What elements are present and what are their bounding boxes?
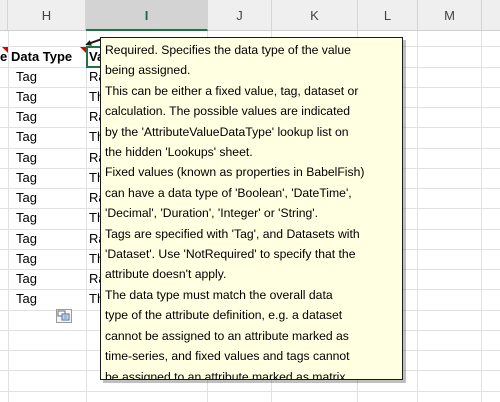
comment-indicator-icon xyxy=(2,47,8,53)
comment-line: 'Decimal', 'Duration', 'Integer' or 'Str… xyxy=(105,206,319,221)
data-type-cell[interactable]: Tag xyxy=(16,208,84,228)
column-header-h[interactable]: H xyxy=(8,0,86,31)
data-type-cell[interactable]: Tag xyxy=(16,249,84,269)
paste-options-button[interactable] xyxy=(56,309,72,323)
data-type-cell[interactable]: Tag xyxy=(16,87,84,107)
comment-line: cannot be assigned to an attribute marke… xyxy=(105,328,349,343)
value-cell[interactable]: Th xyxy=(89,249,100,269)
comment-line: Fixed values (known as properties in Bab… xyxy=(105,165,365,180)
column-header-k[interactable]: K xyxy=(272,0,358,31)
data-type-cell[interactable]: Tag xyxy=(16,148,84,168)
comment-line: Required. Specifies the data type of the… xyxy=(105,43,351,57)
data-type-cell[interactable]: Tag xyxy=(16,168,84,188)
value-cell[interactable]: Th xyxy=(89,208,100,228)
value-cell[interactable]: Th xyxy=(89,168,100,188)
value-cell[interactable]: Ra xyxy=(89,107,100,127)
comment-line: can have a data type of 'Boolean', 'Date… xyxy=(105,185,352,200)
value-cell[interactable]: Th xyxy=(89,289,100,309)
comment-line: type of the attribute definition, e.g. a… xyxy=(105,308,343,323)
value-cell[interactable]: Ra xyxy=(89,67,100,87)
gridline xyxy=(0,391,500,392)
comment-line: attribute doesn't apply. xyxy=(105,267,227,282)
comment-line: The data type must match the overall dat… xyxy=(105,287,333,302)
data-type-cell[interactable]: Tag xyxy=(16,289,84,309)
comment-line: the hidden 'Lookups' sheet. xyxy=(105,145,253,160)
data-type-cell[interactable]: Tag xyxy=(16,127,84,147)
column-header-l[interactable]: L xyxy=(358,0,418,31)
column-header-right-partial[interactable] xyxy=(482,0,500,31)
column-header-j[interactable]: J xyxy=(208,0,272,31)
comment-line: being assigned. xyxy=(105,63,191,78)
comment-line: calculation. The possible values are ind… xyxy=(105,104,351,119)
value-cell[interactable]: Ra xyxy=(89,229,100,249)
value-cell[interactable]: Ra xyxy=(89,148,100,168)
comment-line: by the 'AttributeValueDataType' lookup l… xyxy=(105,124,349,139)
value-cell[interactable]: Ra xyxy=(89,269,100,289)
cell-comment-box[interactable]: Required. Specifies the data type of the… xyxy=(100,37,403,380)
value-cell[interactable]: Ra xyxy=(89,188,100,208)
value-cell[interactable]: Th xyxy=(89,127,100,147)
comment-line: 'Dataset'. Use 'NotRequired' to specify … xyxy=(105,247,356,262)
column-header-left-partial[interactable] xyxy=(0,0,8,31)
data-type-cell[interactable]: Tag xyxy=(16,229,84,249)
column-header-i[interactable]: I xyxy=(86,0,208,31)
comment-line: This can be either a fixed value, tag, d… xyxy=(105,83,359,98)
spreadsheet: H I J K L M e Data Type Va Tag Ra Tag Th… xyxy=(0,0,500,402)
header-cell-data-type[interactable]: Data Type xyxy=(11,47,85,67)
comment-line: be assigned to an attribute marked as ma… xyxy=(105,369,349,380)
column-header-m[interactable]: M xyxy=(418,0,482,31)
data-type-cell[interactable]: Tag xyxy=(16,188,84,208)
data-type-cell[interactable]: Tag xyxy=(16,67,84,87)
data-type-cell[interactable]: Tag xyxy=(16,107,84,127)
paste-options-icon xyxy=(57,310,70,321)
data-type-cell[interactable]: Tag xyxy=(16,269,84,289)
value-cell[interactable]: Th xyxy=(89,87,100,107)
comment-line: Tags are specified with 'Tag', and Datas… xyxy=(105,226,360,241)
comment-line: time-series, and fixed values and tags c… xyxy=(105,349,350,364)
